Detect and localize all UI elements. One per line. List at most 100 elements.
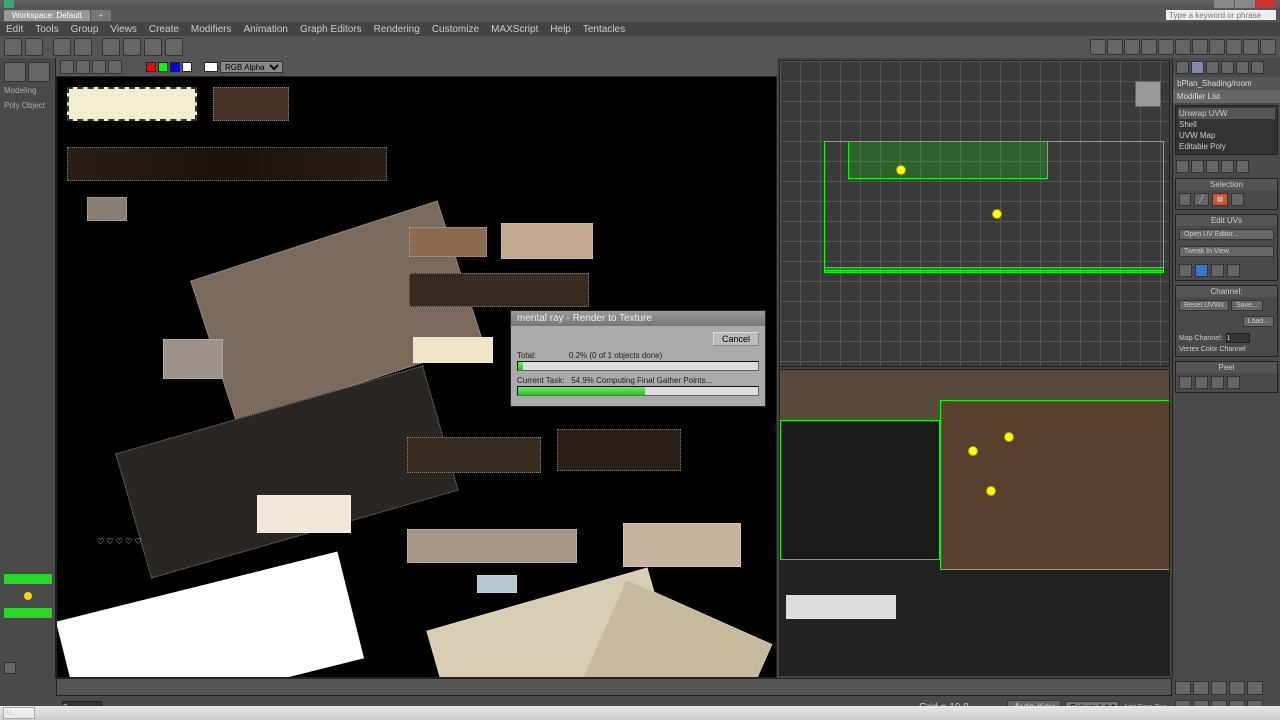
time-slider[interactable] [56,678,1172,696]
modifier-list-dropdown[interactable]: Modifier List [1173,90,1280,103]
snap-button[interactable] [1090,39,1106,55]
peel-title[interactable]: Peel [1176,362,1277,373]
viewcube-icon[interactable] [1135,81,1161,107]
menu-create[interactable]: Create [149,24,179,35]
vertex-subobj-button[interactable]: · [1179,193,1191,206]
percent-snap-button[interactable] [1124,39,1140,55]
modifier-item[interactable]: Shell [1178,119,1275,130]
ribbon-tool-1[interactable] [4,62,26,82]
align-button[interactable] [1158,39,1174,55]
channel-red-icon[interactable] [146,62,156,72]
link-button[interactable] [53,38,71,56]
hierarchy-tab-icon[interactable] [1206,61,1219,74]
viewport-front[interactable] [779,60,1170,367]
mirror-button[interactable] [1141,39,1157,55]
selection-rollout-title[interactable]: Selection [1176,179,1277,190]
rotate-button[interactable] [144,38,162,56]
config-button[interactable] [1236,160,1249,173]
modifier-stack[interactable]: Unwrap UVW Shell UVW Map Editable Poly [1175,105,1278,155]
save-uvws-button[interactable]: Save... [1231,300,1263,311]
menu-graph-editors[interactable]: Graph Editors [300,24,362,35]
workspace-tab[interactable]: Workspace: Default [4,10,90,21]
menu-views[interactable]: Views [110,24,137,35]
channel-mono-icon[interactable] [182,62,192,72]
create-tab-icon[interactable] [1176,61,1189,74]
cancel-button[interactable]: Cancel [713,332,759,346]
menu-tentacles[interactable]: Tentacles [583,24,625,35]
select-by-element-button[interactable] [1231,193,1244,206]
layers-button[interactable] [1175,39,1191,55]
workspace-add-tab[interactable]: + [91,10,112,21]
tweak-tool-3[interactable] [1211,264,1224,277]
open-uv-editor-button[interactable]: Open UV Editor... [1179,229,1274,240]
material-editor-button[interactable] [1209,39,1225,55]
edit-uv-title[interactable]: Edit UVs [1176,215,1277,226]
close-button[interactable] [1256,0,1276,8]
menu-animation[interactable]: Animation [243,24,287,35]
menu-rendering[interactable]: Rendering [374,24,420,35]
channel-green-icon[interactable] [158,62,168,72]
modifier-item[interactable]: Unwrap UVW [1178,108,1275,119]
menu-edit[interactable]: Edit [6,24,23,35]
unlink-button[interactable] [74,38,92,56]
background-color-swatch[interactable] [204,62,218,72]
peel-tool-1[interactable] [1179,376,1192,389]
scale-button[interactable] [165,38,183,56]
undo-button[interactable] [4,38,22,56]
edge-subobj-button[interactable]: ╱ [1194,193,1208,206]
load-uvws-button[interactable]: Load... [1243,316,1274,327]
utilities-tab-icon[interactable] [1251,61,1264,74]
display-tab-icon[interactable] [1236,61,1249,74]
save-image-button[interactable] [60,60,74,74]
print-button[interactable] [92,60,106,74]
make-unique-button[interactable] [1206,160,1219,173]
modify-tab-icon[interactable] [1191,61,1204,74]
tweak-tool-4[interactable] [1227,264,1240,277]
channel-select[interactable]: RGB Alpha [220,61,283,73]
prev-frame-button[interactable] [1193,681,1209,695]
play-button[interactable] [1211,681,1227,695]
modifier-item[interactable]: UVW Map [1178,130,1275,141]
remove-mod-button[interactable] [1221,160,1234,173]
menu-tools[interactable]: Tools [35,24,58,35]
render-frame-button[interactable] [1243,39,1259,55]
ribbon-tool-2[interactable] [28,62,50,82]
vertex-color-radio[interactable]: Vertex Color Channel [1179,346,1274,353]
clone-window-button[interactable] [76,60,90,74]
peel-tool-2[interactable] [1195,376,1208,389]
peel-tool-4[interactable] [1227,376,1240,389]
goto-start-button[interactable] [1175,681,1191,695]
pin-stack-button[interactable] [1176,160,1189,173]
peel-tool-3[interactable] [1211,376,1224,389]
tweak-tool-2[interactable] [1195,264,1208,277]
modifier-item[interactable]: Editable Poly [1178,141,1275,152]
menu-group[interactable]: Group [71,24,99,35]
map-channel-spinner[interactable] [1226,333,1250,343]
menu-help[interactable]: Help [550,24,571,35]
render-setup-button[interactable] [1226,39,1242,55]
object-name-field[interactable]: bPlan_Shading/room [1173,77,1280,90]
menu-modifiers[interactable]: Modifiers [191,24,232,35]
expand-ribbon-button[interactable] [4,662,16,674]
render-button[interactable] [1260,39,1276,55]
move-button[interactable] [123,38,141,56]
minimize-button[interactable] [1214,0,1234,8]
next-frame-button[interactable] [1229,681,1245,695]
reset-uvws-button[interactable]: Reset UVWs [1179,300,1229,311]
select-button[interactable] [102,38,120,56]
viewport-perspective[interactable] [779,369,1170,676]
taskbar-item[interactable]: M... [3,707,35,719]
channel-blue-icon[interactable] [170,62,180,72]
help-search-input[interactable] [1166,10,1276,20]
curve-editor-button[interactable] [1192,39,1208,55]
menu-customize[interactable]: Customize [432,24,479,35]
menu-maxscript[interactable]: MAXScript [491,24,538,35]
angle-snap-button[interactable] [1107,39,1123,55]
redo-button[interactable] [25,38,43,56]
channel-title[interactable]: Channel: [1176,286,1277,297]
tweak-tool-1[interactable] [1179,264,1192,277]
clear-button[interactable] [108,60,122,74]
face-subobj-button[interactable]: ▦ [1212,193,1229,206]
goto-end-button[interactable] [1247,681,1263,695]
show-result-button[interactable] [1191,160,1204,173]
